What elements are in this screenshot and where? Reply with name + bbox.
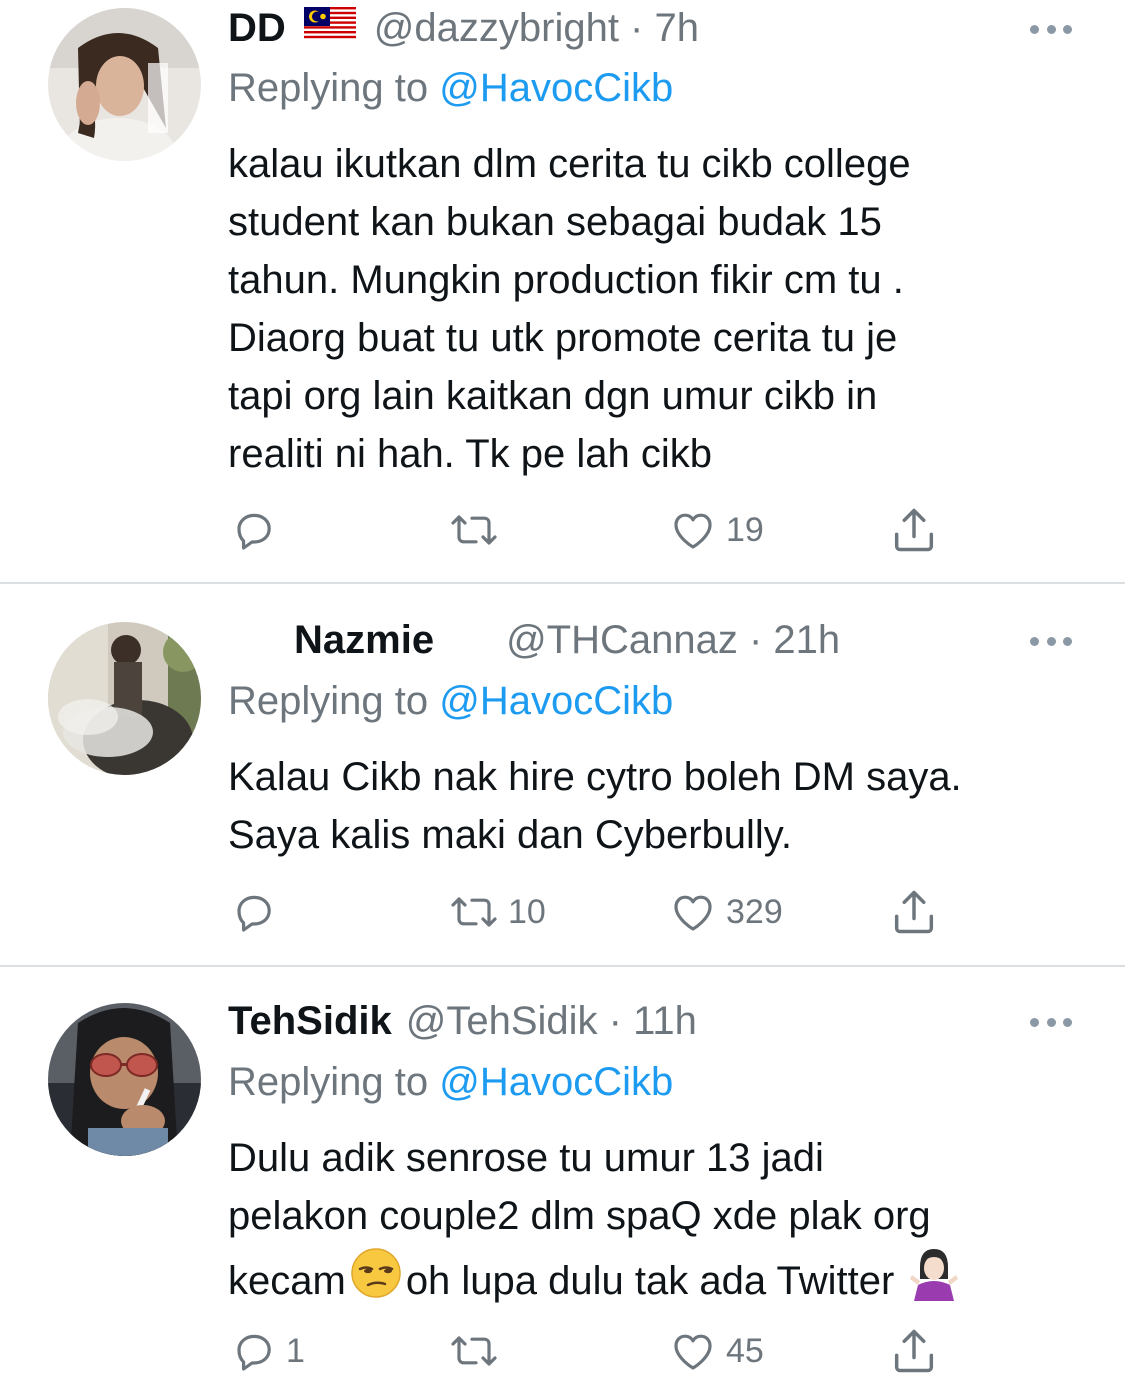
tweet-body: kalau ikutkan dlm cerita tu cikb college…: [228, 135, 1088, 483]
display-name[interactable]: TehSidik: [228, 993, 392, 1049]
tweet-body: Dulu adik senrose tu umur 13 jadi pelako…: [228, 1129, 1088, 1317]
tweet-header: TehSidik @TehSidik · 11h: [228, 993, 1005, 1049]
avatar[interactable]: [48, 622, 201, 775]
replying-to: Replying to @HavocCikb: [228, 673, 673, 729]
avatar[interactable]: [48, 1003, 201, 1156]
tweet-text-segment: kecam: [228, 1259, 346, 1303]
tweet-dd[interactable]: DD @dazzybright · 7h Replying to @HavocC…: [0, 0, 1125, 584]
tweet-text-segment: oh lupa dulu tak ada Twitter: [405, 1259, 895, 1303]
tweet-tehsidik[interactable]: TehSidik @TehSidik · 11h Replying to @Ha…: [0, 967, 1125, 1394]
tweet-header: DD @dazzybright · 7h: [228, 0, 1005, 56]
share-button[interactable]: [888, 1323, 940, 1379]
mention-link[interactable]: @HavocCikb: [439, 679, 673, 723]
share-icon: [888, 504, 940, 556]
user-handle[interactable]: @THCannaz: [506, 612, 738, 668]
reply-button[interactable]: [230, 502, 286, 558]
display-name[interactable]: Nazmie: [294, 612, 434, 668]
tweet-text-line: kalau ikutkan dlm cerita tu cikb college: [228, 142, 911, 186]
like-count: 329: [726, 892, 783, 931]
replying-to-label: Replying to: [228, 679, 429, 723]
like-button[interactable]: 329: [668, 884, 783, 940]
unamused-face-emoji-icon: [350, 1247, 402, 1315]
tweet-body: Kalau Cikb nak hire cytro boleh DM saya.…: [228, 748, 1088, 864]
user-handle[interactable]: @TehSidik: [406, 993, 598, 1049]
replying-to: Replying to @HavocCikb: [228, 60, 673, 116]
tweet-actions: 19: [0, 502, 1125, 558]
tweet-text-line: Kalau Cikb nak hire cytro boleh DM saya.: [228, 755, 962, 799]
separator-dot: ·: [597, 999, 634, 1043]
tweet-text-line: student kan bukan sebagai budak 15: [228, 200, 882, 244]
tweet-actions: 10 329: [0, 884, 1125, 940]
replying-to: Replying to @HavocCikb: [228, 1054, 673, 1110]
reply-button[interactable]: [230, 884, 286, 940]
more-options-icon[interactable]: [1030, 1015, 1072, 1029]
avatar[interactable]: [48, 8, 201, 161]
tweet-text-line: tahun. Mungkin production fikir cm tu .: [228, 258, 904, 302]
reply-icon: [230, 888, 278, 936]
mention-link[interactable]: @HavocCikb: [439, 1060, 673, 1104]
tweet-text-line: Diaorg buat tu utk promote cerita tu je: [228, 316, 898, 360]
timestamp[interactable]: 21h: [773, 612, 840, 668]
retweet-icon: [448, 888, 500, 936]
display-name[interactable]: DD: [228, 0, 286, 56]
tweet-text-line: kecam oh lupa dulu tak ada Twitter: [228, 1245, 1088, 1317]
more-options-icon[interactable]: [1030, 634, 1072, 648]
reply-count: 1: [286, 1331, 305, 1370]
tweet-actions: 1 45: [0, 1323, 1125, 1379]
timestamp[interactable]: 11h: [633, 993, 697, 1049]
user-handle[interactable]: @dazzybright: [374, 0, 619, 56]
like-count: 45: [726, 1331, 764, 1370]
retweet-count: 10: [508, 892, 546, 931]
mention-link[interactable]: @HavocCikb: [439, 66, 673, 110]
heart-icon: [668, 888, 718, 936]
more-options-icon[interactable]: [1030, 22, 1072, 36]
tweet-nazmie[interactable]: Nazmie @THCannaz · 21h Replying to @Havo…: [0, 584, 1125, 966]
tweet-text-line: Dulu adik senrose tu umur 13 jadi: [228, 1136, 824, 1180]
malaysia-flag-icon: [303, 0, 356, 56]
like-button[interactable]: 45: [668, 1323, 764, 1379]
like-count: 19: [726, 510, 764, 549]
tweet-header: Nazmie @THCannaz · 21h: [228, 612, 1005, 668]
reply-icon: [230, 1327, 278, 1375]
replying-to-label: Replying to: [228, 1060, 429, 1104]
reply-icon: [230, 506, 278, 554]
timestamp[interactable]: 7h: [654, 0, 699, 56]
retweet-button[interactable]: 10: [448, 884, 546, 940]
share-icon: [888, 1325, 940, 1377]
separator-dot: ·: [737, 618, 774, 662]
retweet-button[interactable]: [448, 502, 508, 558]
reply-button[interactable]: 1: [230, 1323, 305, 1379]
separator-dot: ·: [618, 6, 655, 50]
tweet-text-line: realiti ni hah. Tk pe lah cikb: [228, 432, 712, 476]
replying-to-label: Replying to: [228, 66, 429, 110]
retweet-button[interactable]: [448, 1323, 508, 1379]
person-shrugging-emoji-icon: [906, 1245, 962, 1317]
heart-icon: [668, 506, 718, 554]
tweet-text-line: Saya kalis maki dan Cyberbully.: [228, 813, 792, 857]
retweet-icon: [448, 506, 500, 554]
tweet-text-line: tapi org lain kaitkan dgn umur cikb in: [228, 374, 878, 418]
like-button[interactable]: 19: [668, 502, 764, 558]
heart-icon: [668, 1327, 718, 1375]
retweet-icon: [448, 1327, 500, 1375]
share-button[interactable]: [888, 502, 940, 558]
share-button[interactable]: [888, 884, 940, 940]
tweet-text-line: pelakon couple2 dlm spaQ xde plak org: [228, 1194, 931, 1238]
share-icon: [888, 886, 940, 938]
